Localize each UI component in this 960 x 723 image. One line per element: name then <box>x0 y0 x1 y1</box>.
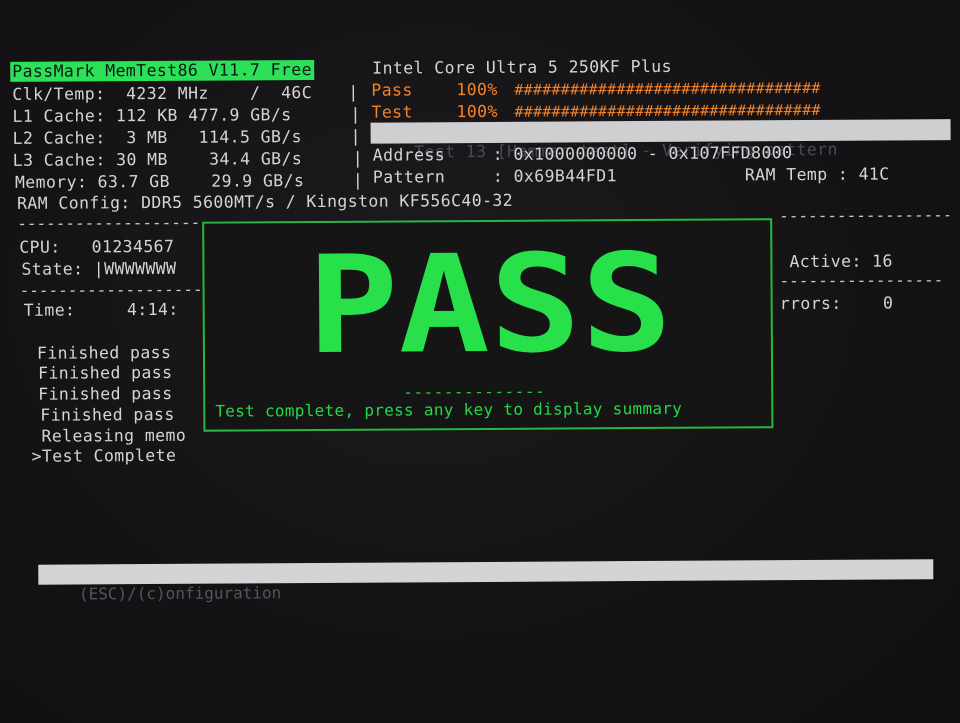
separator: | <box>350 126 362 146</box>
l3-cache: L3 Cache: 30 MB 34.4 GB/s <box>12 149 303 170</box>
config-hint-bar[interactable]: (ESC)/(c)onfiguration <box>38 559 934 603</box>
clk-temp: Clk/Temp: 4232 MHz / 46C <box>12 83 313 104</box>
divider: ------------------- <box>779 271 946 291</box>
log-line: Finished pass <box>38 383 173 404</box>
pass-percent: 100% <box>456 79 498 100</box>
l1-cache: L1 Cache: 112 KB 477.9 GB/s <box>12 105 292 126</box>
pass-label: Pass <box>371 80 413 100</box>
active-threads: Active: 16 <box>789 251 893 272</box>
config-hint: (ESC)/(c)onfiguration <box>78 583 282 604</box>
log-line: Finished pass <box>36 342 172 363</box>
cpu-list: CPU: 01234567 <box>19 236 175 257</box>
divider: --------------------- <box>17 213 202 233</box>
separator: | <box>350 104 361 124</box>
pass-dash-line: -------------- <box>403 381 546 402</box>
memory-info: Memory: 63.7 GB 29.9 GB/s <box>14 171 305 192</box>
l2-cache: L2 Cache: 3 MB 114.5 GB/s <box>12 127 303 148</box>
address-label: Address <box>372 145 446 165</box>
memtest-screen: PassMark MemTest86 V11.7 Free Intel Core… <box>0 0 960 723</box>
log-line: Releasing memo <box>41 425 187 446</box>
error-count: rrors: 0 <box>779 293 894 314</box>
separator: | <box>348 82 359 102</box>
log-line: >Test Complete <box>31 445 177 466</box>
test-label: Test <box>371 102 413 122</box>
divider: ------------------- <box>779 206 950 226</box>
address-range: : 0x1000000000 - 0x107FFD8000 <box>492 143 793 164</box>
test-percent: 100% <box>456 101 498 122</box>
log-line: Finished pass <box>40 404 175 425</box>
cpu-model: Intel Core Ultra 5 250KF Plus <box>372 56 672 78</box>
separator: | <box>352 148 364 168</box>
pattern-label: Pattern <box>372 167 446 187</box>
app-title: PassMark MemTest86 V11.7 Free <box>10 60 314 82</box>
pass-progress-bar: ################################# <box>514 78 821 99</box>
separator: | <box>352 170 364 190</box>
current-test-bar: Test 13 [Hammer test] - Verifying patter… <box>370 119 951 161</box>
ram-config: RAM Config: DDR5 5600MT/s / Kingston KF5… <box>16 190 514 213</box>
pass-banner: PASS <box>307 246 673 363</box>
test-progress-bar: ################################# <box>514 100 821 121</box>
elapsed-time: Time: 4:14: <box>23 299 179 320</box>
pass-status-text: PASS <box>307 246 673 363</box>
pass-result-dialog[interactable]: PASS -------------- Test complete, press… <box>202 218 774 432</box>
cpu-state: State: |WWWWWWW <box>21 258 177 279</box>
pass-message: Test complete, press any key to display … <box>215 398 683 421</box>
divider: --------------------- <box>19 280 202 300</box>
log-line: Finished pass <box>38 362 173 383</box>
ram-temp: RAM Temp : 41C <box>744 164 890 185</box>
pattern-value: : 0x69B44FD1 <box>492 166 617 186</box>
